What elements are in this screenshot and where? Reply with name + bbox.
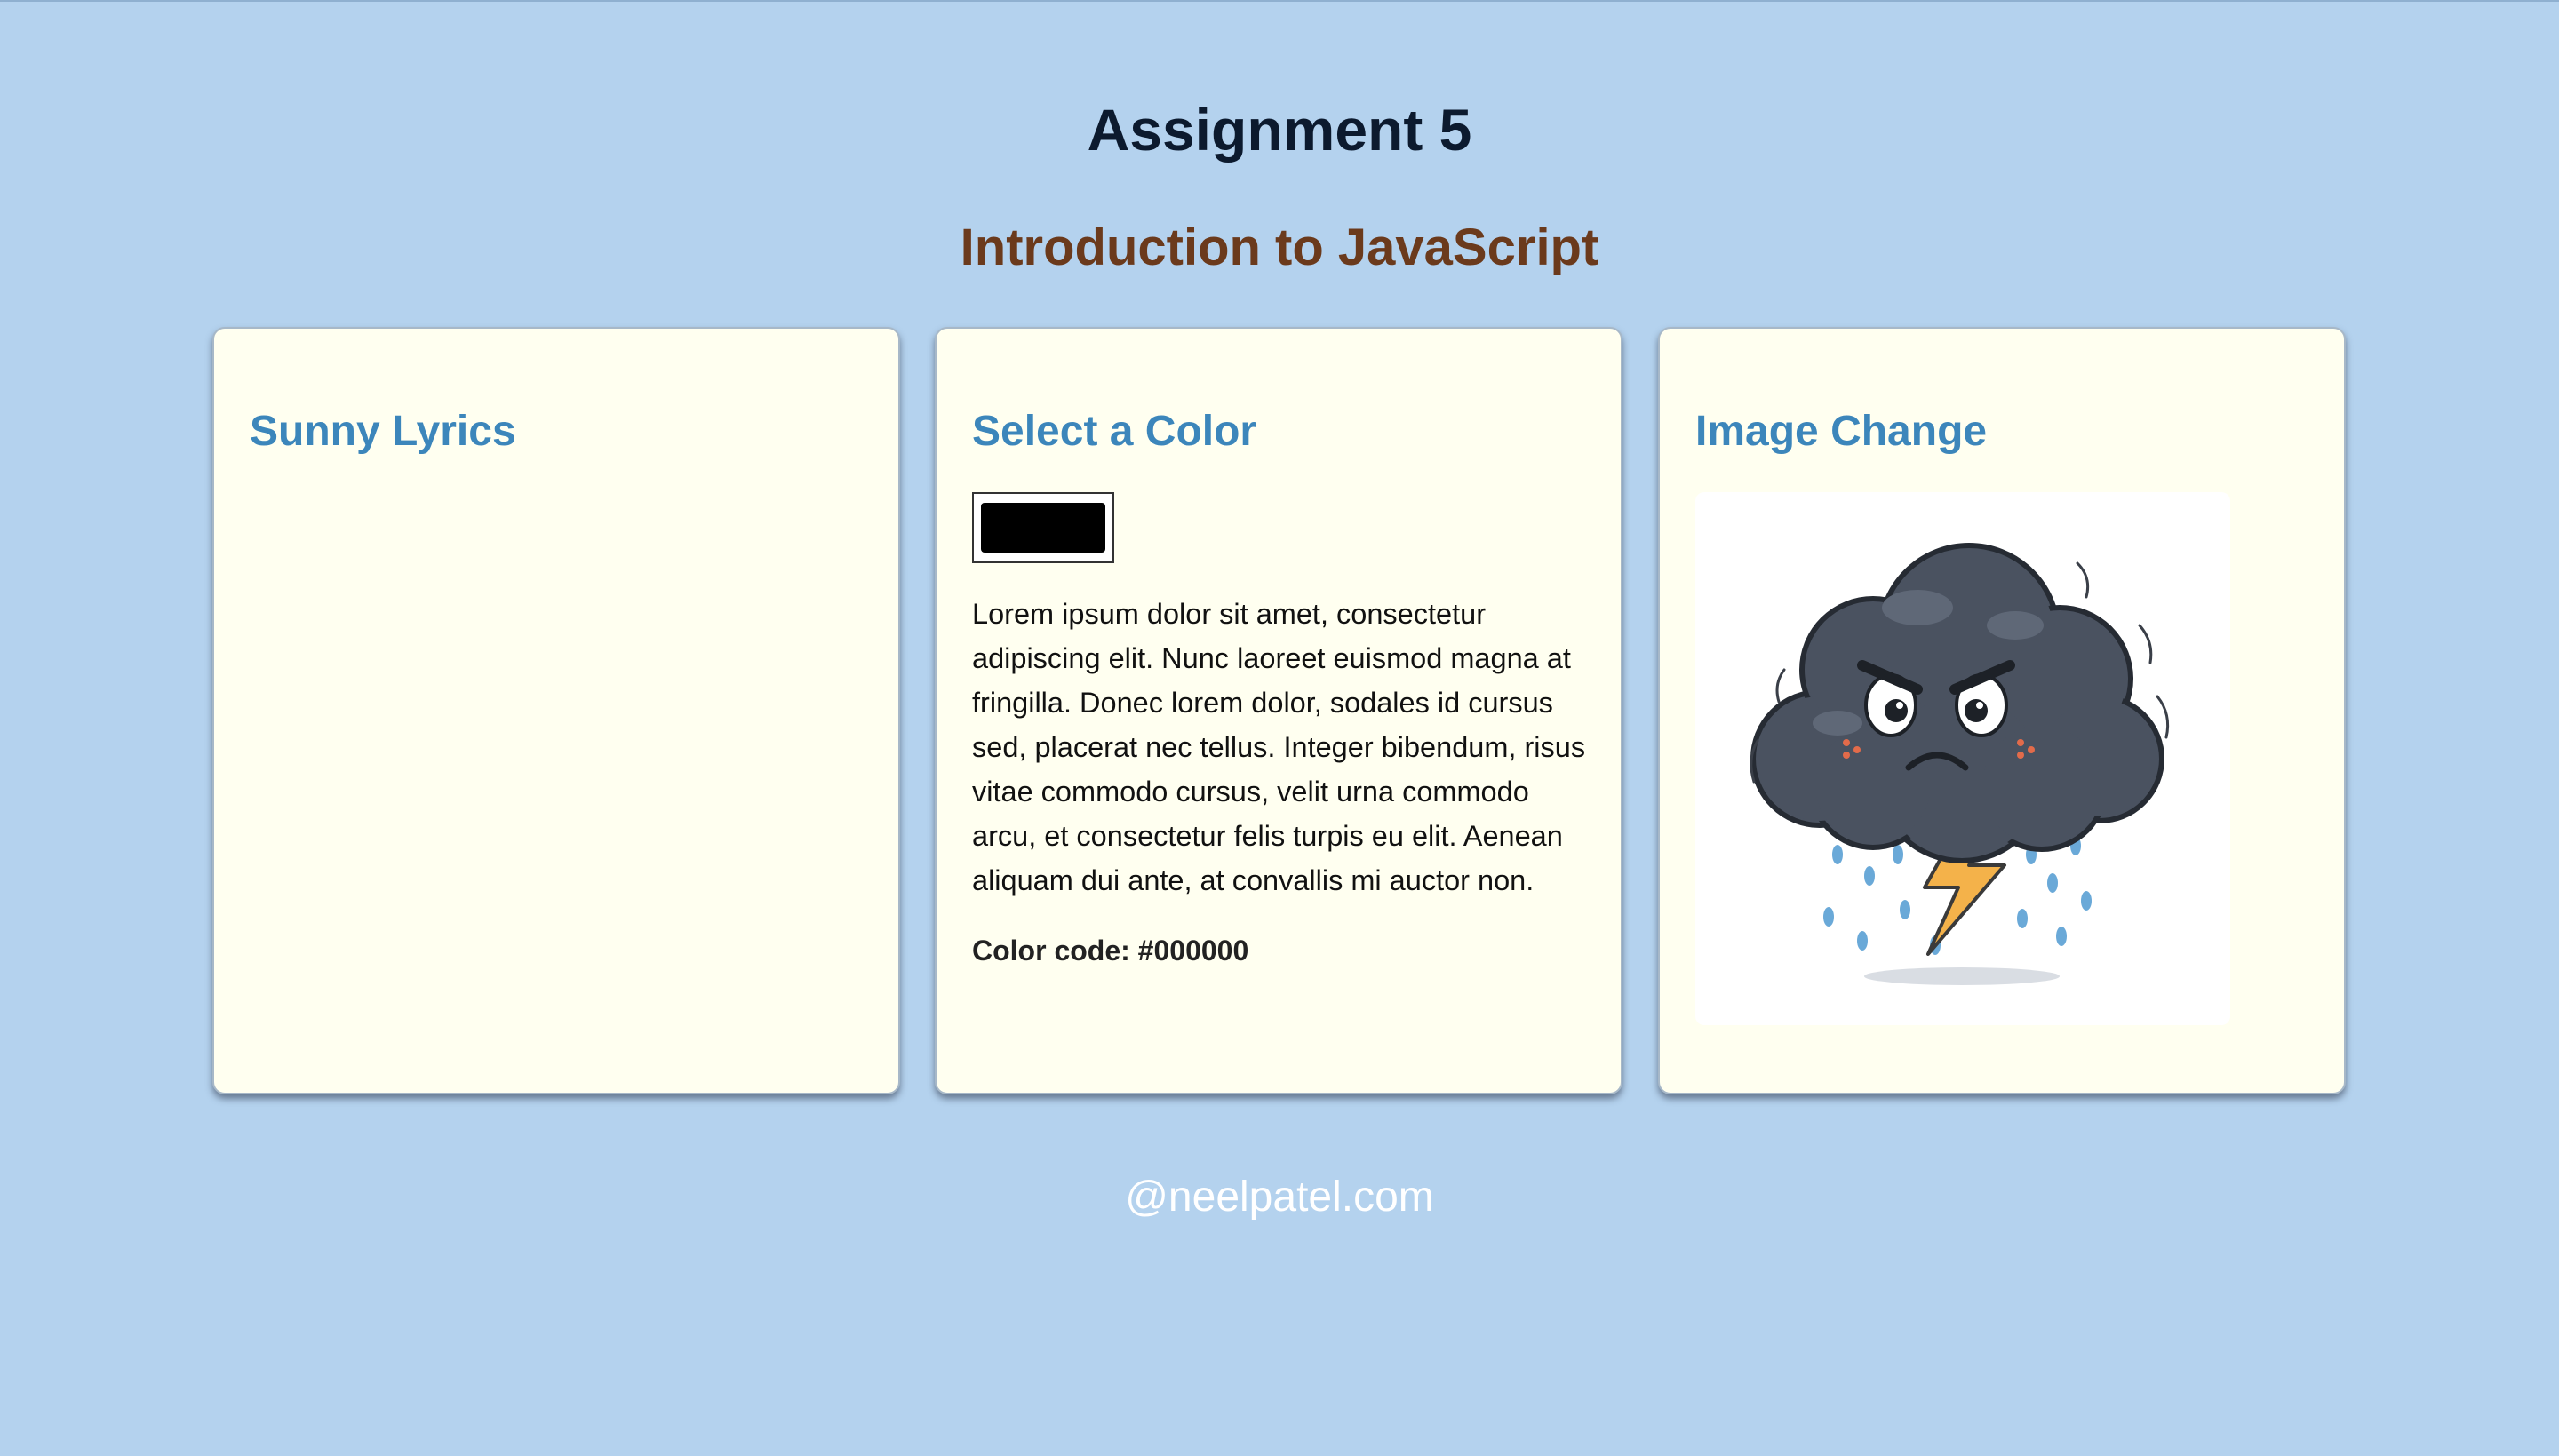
top-border [0,0,2559,2]
color-swatch [981,503,1105,553]
lorem-paragraph: Lorem ipsum dolor sit amet, consectetur … [972,598,1586,896]
image-change-heading: Image Change [1695,408,1988,455]
select-color-heading: Select a Color [972,408,1257,455]
color-code-label: Color code: #000000 [972,935,1249,967]
image-change-card: Image Change [1658,327,2346,1094]
footer-credit: @neelpatel.com [1125,1174,1434,1221]
select-color-card: Select a Color Lorem ipsum dolor sit ame… [935,327,1622,1094]
page-title: Assignment 5 [1087,97,1472,163]
page-subtitle: Introduction to JavaScript [960,219,1599,276]
sunny-lyrics-heading: Sunny Lyrics [250,408,516,455]
color-picker-input[interactable] [972,492,1114,563]
angry-storm-cloud-icon [1750,543,2170,985]
sunny-lyrics-card: Sunny Lyrics [212,327,900,1094]
storm-cloud-image[interactable] [1695,492,2230,1025]
